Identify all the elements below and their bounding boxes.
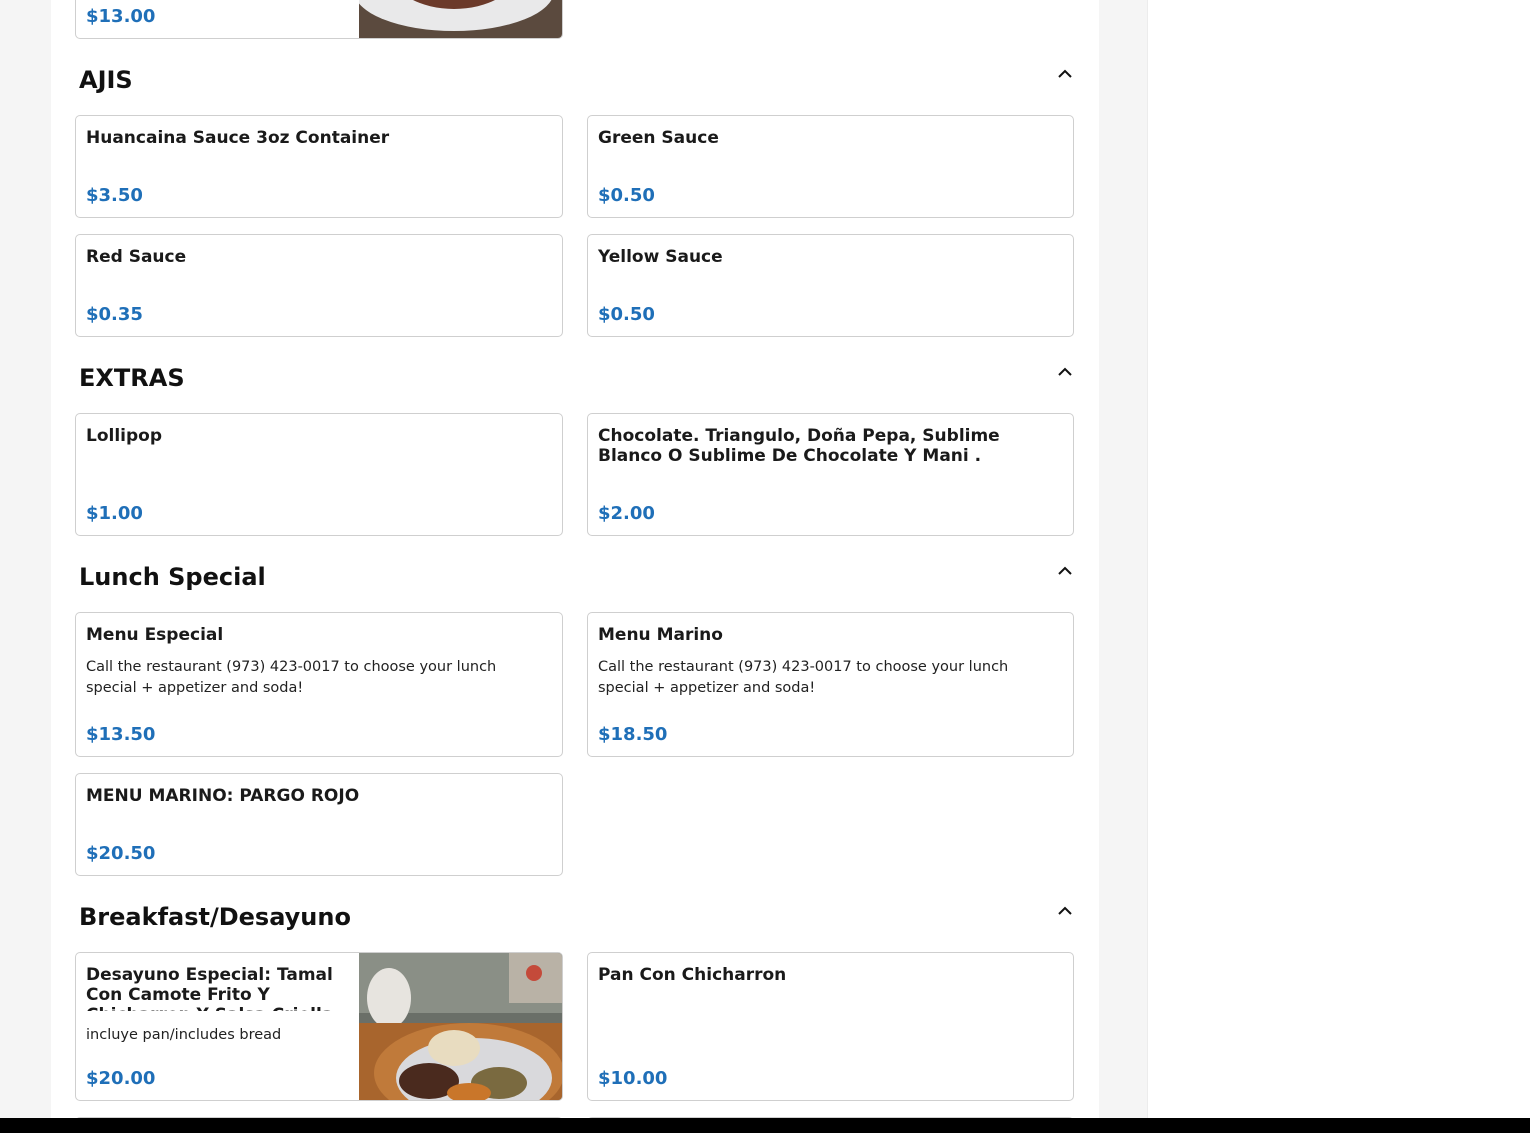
menu-item-card[interactable]: Red Sauce $0.35 (75, 234, 563, 337)
item-name: Red Sauce (86, 247, 187, 267)
menu-item-card[interactable]: Menu Especial Call the restaurant (973) … (75, 612, 563, 757)
chevron-up-icon[interactable] (1056, 364, 1074, 378)
item-description: incluye pan/includes bread (86, 1027, 282, 1043)
item-price: $13.50 (86, 724, 156, 745)
menu-item-card[interactable]: Desayuno Especial: Tamal Con Camote Frit… (75, 952, 563, 1101)
item-price: $20.00 (86, 1068, 156, 1089)
section-title-ajis: AJIS (79, 66, 133, 94)
section-title-extras: EXTRAS (79, 364, 185, 392)
item-name: Chocolate. Triangulo, Doña Pepa, Sublime… (598, 426, 1000, 466)
item-name: Menu Marino (598, 625, 723, 645)
item-price: $0.50 (598, 185, 655, 206)
chevron-up-icon[interactable] (1056, 66, 1074, 80)
item-price: $0.35 (86, 304, 143, 325)
item-name: Pan Con Chicharron (598, 965, 787, 985)
item-name: MENU MARINO: PARGO ROJO (86, 786, 360, 806)
menu-item-card[interactable]: Yellow Sauce $0.50 (587, 234, 1074, 337)
item-price: $0.50 (598, 304, 655, 325)
item-photo (356, 0, 562, 38)
menu-item-card[interactable]: Menu Marino Call the restaurant (973) 42… (587, 612, 1074, 757)
cart-sidebar (1147, 0, 1530, 1118)
item-name: Yellow Sauce (598, 247, 723, 267)
menu-item-card[interactable]: Pan Con Chicharron $10.00 (587, 952, 1074, 1101)
menu-item-card[interactable]: MENU MARINO: PARGO ROJO $20.50 (75, 773, 563, 876)
chevron-up-icon[interactable] (1056, 563, 1074, 577)
section-title-breakfast: Breakfast/Desayuno (79, 903, 351, 931)
item-price: $13.00 (86, 6, 156, 27)
item-description: Call the restaurant (973) 423-0017 to ch… (598, 659, 1009, 696)
item-name: Green Sauce (598, 128, 719, 148)
item-name: Desayuno Especial: Tamal Con Camote Frit… (86, 965, 333, 1011)
page: $13.00 AJIS Huancaina Sauce 3oz Containe… (0, 0, 1530, 1133)
menu-item-card[interactable]: Huancaina Sauce 3oz Container $3.50 (75, 115, 563, 218)
item-price: $3.50 (86, 185, 143, 206)
item-price: $2.00 (598, 503, 655, 524)
item-price: $10.00 (598, 1068, 668, 1089)
chevron-up-icon[interactable] (1056, 903, 1074, 917)
section-title-lunch-special: Lunch Special (79, 563, 266, 591)
item-name: Lollipop (86, 426, 163, 446)
bottom-bar (0, 1118, 1530, 1133)
item-name: Huancaina Sauce 3oz Container (86, 128, 390, 148)
item-description: Call the restaurant (973) 423-0017 to ch… (86, 659, 497, 696)
item-price: $18.50 (598, 724, 668, 745)
menu-item-card[interactable]: Lollipop $1.00 (75, 413, 563, 536)
menu-item-card[interactable]: Chocolate. Triangulo, Doña Pepa, Sublime… (587, 413, 1074, 536)
menu-item-card[interactable]: Green Sauce $0.50 (587, 115, 1074, 218)
item-price: $1.00 (86, 503, 143, 524)
menu-item-card[interactable]: $13.00 (75, 0, 563, 39)
item-name: Menu Especial (86, 625, 224, 645)
item-photo (359, 953, 562, 1100)
item-price: $20.50 (86, 843, 156, 864)
